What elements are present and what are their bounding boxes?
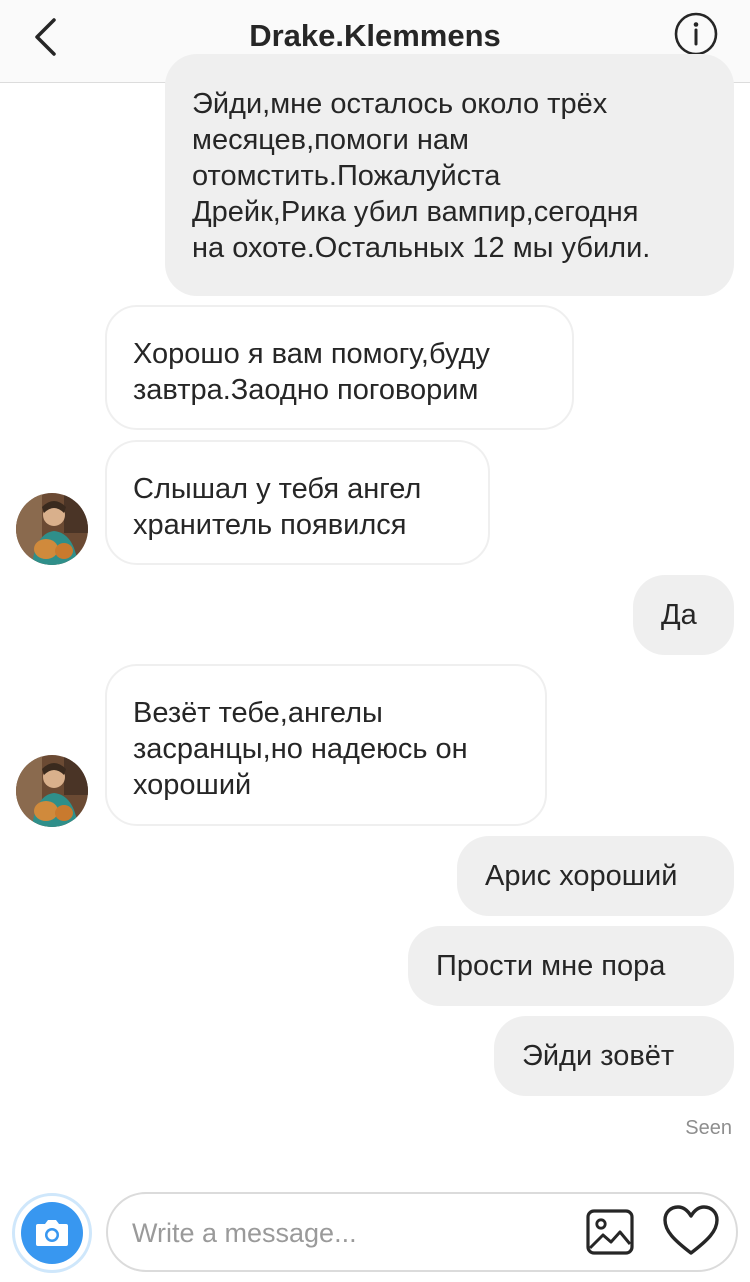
message-bubble-outgoing[interactable]: Эйди зовёт [494,1016,734,1096]
info-button[interactable] [672,10,720,58]
sender-avatar[interactable] [16,493,88,565]
message-composer [106,1192,738,1272]
message-bubble-outgoing[interactable]: Да [633,575,734,655]
message-bubble-outgoing[interactable]: Прости мне пора [408,926,734,1006]
message-text: засранцы,но надеюсь он [133,733,468,765]
message-text: завтра.Заодно поговорим [133,374,479,406]
camera-button[interactable] [12,1193,92,1273]
message-text: Хорошо я вам помогу,буду [133,338,490,370]
message-text: на охоте.Остальных 12 мы убили. [192,232,651,264]
message-text: отомстить.Пожалуйста [192,160,501,192]
heart-icon [663,1205,719,1255]
info-icon [674,12,718,56]
image-icon [586,1209,634,1255]
message-input[interactable] [130,1212,564,1254]
sender-avatar[interactable] [16,755,88,827]
seen-status: Seen [685,1117,732,1139]
like-button[interactable] [662,1204,720,1258]
message-bubble-incoming[interactable]: Хорошо я вам помогу,буду завтра.Заодно п… [105,305,574,430]
message-text: Везёт тебе,ангелы [133,697,383,729]
message-text: хранитель появился [133,509,407,541]
message-text: хороший [133,769,252,801]
message-text: Слышал у тебя ангел [133,473,422,505]
message-bubble-outgoing[interactable]: Эйди,мне осталось около трёх месяцев,пом… [165,54,734,296]
message-text: Эйди,мне осталось около трёх [192,88,608,120]
message-bubble-incoming[interactable]: Слышал у тебя ангел хранитель появился [105,440,490,565]
message-text: месяцев,помоги нам [192,124,469,156]
message-text: Дрейк,Рика убил вампир,сегодня [192,196,639,228]
message-text: Арис хороший [485,860,678,892]
message-bubble-outgoing[interactable]: Арис хороший [457,836,734,916]
camera-icon [36,1220,68,1246]
message-text: Прости мне пора [436,950,666,982]
message-bubble-incoming[interactable]: Везёт тебе,ангелы засранцы,но надеюсь он… [105,664,547,826]
gallery-button[interactable] [584,1206,636,1258]
chat-title[interactable]: Drake.Klemmens [0,18,750,54]
message-text: Эйди зовёт [522,1040,675,1072]
message-text: Да [661,599,697,631]
